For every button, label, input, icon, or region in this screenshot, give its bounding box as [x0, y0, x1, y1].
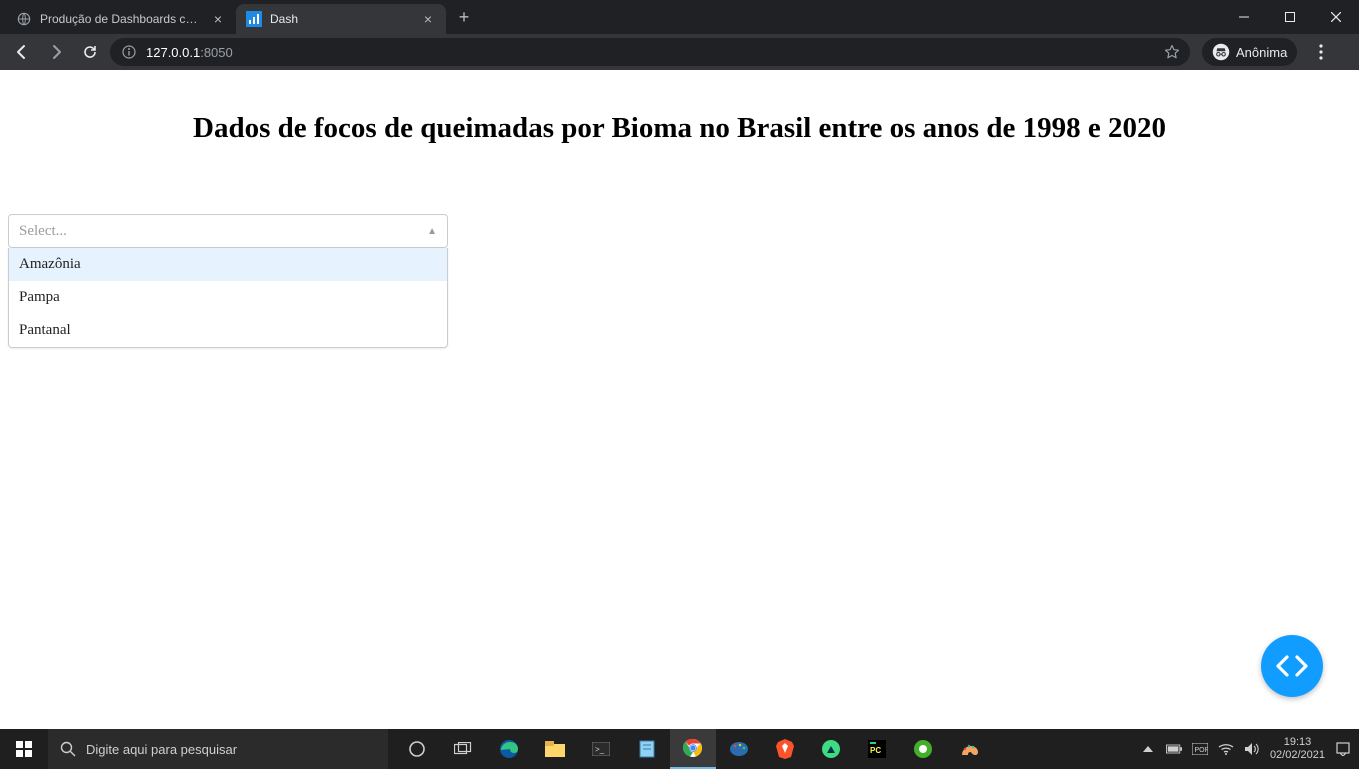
maximize-button[interactable]	[1267, 0, 1313, 34]
paint-icon[interactable]	[716, 729, 762, 769]
url-host: 127.0.0.1	[146, 45, 200, 60]
window-controls	[1221, 0, 1359, 34]
taskbar-search-placeholder: Digite aqui para pesquisar	[86, 742, 237, 757]
chrome-icon[interactable]	[670, 729, 716, 769]
language-icon[interactable]: POR	[1192, 741, 1208, 757]
tab-strip: Produção de Dashboards com Pl × Dash × +	[0, 0, 1359, 34]
chevron-up-icon[interactable]: ▲	[427, 226, 437, 237]
svg-text:>_: >_	[595, 745, 605, 754]
tab-2[interactable]: Dash ×	[236, 4, 446, 34]
tab-1[interactable]: Produção de Dashboards com Pl ×	[6, 4, 236, 34]
close-window-button[interactable]	[1313, 0, 1359, 34]
page-content: Dados de focos de queimadas por Bioma no…	[0, 112, 1359, 771]
taskbar-search[interactable]: Digite aqui para pesquisar	[48, 729, 388, 769]
paint3d-icon[interactable]	[946, 729, 992, 769]
android-studio-icon[interactable]	[808, 729, 854, 769]
bookmark-star-icon[interactable]	[1164, 44, 1180, 60]
volume-icon[interactable]	[1244, 741, 1260, 757]
dropdown-option-amazonia[interactable]: Amazônia	[9, 248, 447, 281]
dash-devtools-button[interactable]	[1261, 635, 1323, 697]
dropdown-input[interactable]	[19, 223, 427, 240]
terminal-icon[interactable]: >_	[578, 729, 624, 769]
search-icon	[60, 741, 76, 757]
dropdown-control[interactable]: ▲	[8, 214, 448, 248]
svg-text:PC: PC	[870, 746, 881, 755]
toolbar: 127.0.0.1:8050 Anônima	[0, 34, 1359, 70]
battery-icon[interactable]	[1166, 741, 1182, 757]
dash-icon	[246, 11, 262, 27]
pycharm-icon[interactable]: PC	[854, 729, 900, 769]
bioma-dropdown: ▲ Amazônia Pampa Pantanal	[8, 214, 448, 348]
dropdown-option-pantanal[interactable]: Pantanal	[9, 314, 447, 347]
new-tab-button[interactable]: +	[450, 3, 478, 31]
dropdown-menu: Amazônia Pampa Pantanal	[8, 248, 448, 348]
task-view-icon[interactable]	[440, 729, 486, 769]
anaconda-icon[interactable]	[900, 729, 946, 769]
file-explorer-icon[interactable]	[532, 729, 578, 769]
taskbar-time: 19:13	[1270, 736, 1325, 749]
taskbar-date: 02/02/2021	[1270, 749, 1325, 762]
site-info-icon[interactable]	[120, 43, 138, 61]
notifications-icon[interactable]	[1335, 741, 1351, 757]
url-port: :8050	[200, 45, 233, 60]
incognito-icon	[1212, 43, 1230, 61]
dropdown-option-pampa[interactable]: Pampa	[9, 281, 447, 314]
task-icons: >_ PC	[394, 729, 992, 769]
system-tray: POR 19:13 02/02/2021	[1132, 736, 1359, 761]
brave-icon[interactable]	[762, 729, 808, 769]
wifi-icon[interactable]	[1218, 741, 1234, 757]
browser-menu-button[interactable]	[1307, 38, 1335, 66]
close-icon[interactable]: ×	[420, 11, 436, 27]
page-title: Dados de focos de queimadas por Bioma no…	[0, 112, 1359, 145]
minimize-button[interactable]	[1221, 0, 1267, 34]
globe-icon	[16, 11, 32, 27]
tab-2-title: Dash	[270, 12, 414, 26]
forward-button[interactable]	[42, 38, 70, 66]
notepad-icon[interactable]	[624, 729, 670, 769]
edge-icon[interactable]	[486, 729, 532, 769]
incognito-label: Anônima	[1236, 45, 1287, 60]
incognito-badge[interactable]: Anônima	[1202, 38, 1297, 66]
cortana-icon[interactable]	[394, 729, 440, 769]
back-button[interactable]	[8, 38, 36, 66]
address-bar[interactable]: 127.0.0.1:8050	[110, 38, 1190, 66]
tab-1-title: Produção de Dashboards com Pl	[40, 12, 204, 26]
reload-button[interactable]	[76, 38, 104, 66]
tray-chevron-up-icon[interactable]	[1140, 741, 1156, 757]
svg-text:POR: POR	[1194, 747, 1208, 754]
taskbar-clock[interactable]: 19:13 02/02/2021	[1270, 736, 1325, 761]
taskbar: Digite aqui para pesquisar >_ PC POR 19:…	[0, 729, 1359, 769]
browser-chrome: Produção de Dashboards com Pl × Dash × +	[0, 0, 1359, 70]
start-button[interactable]	[0, 729, 48, 769]
close-icon[interactable]: ×	[210, 11, 226, 27]
